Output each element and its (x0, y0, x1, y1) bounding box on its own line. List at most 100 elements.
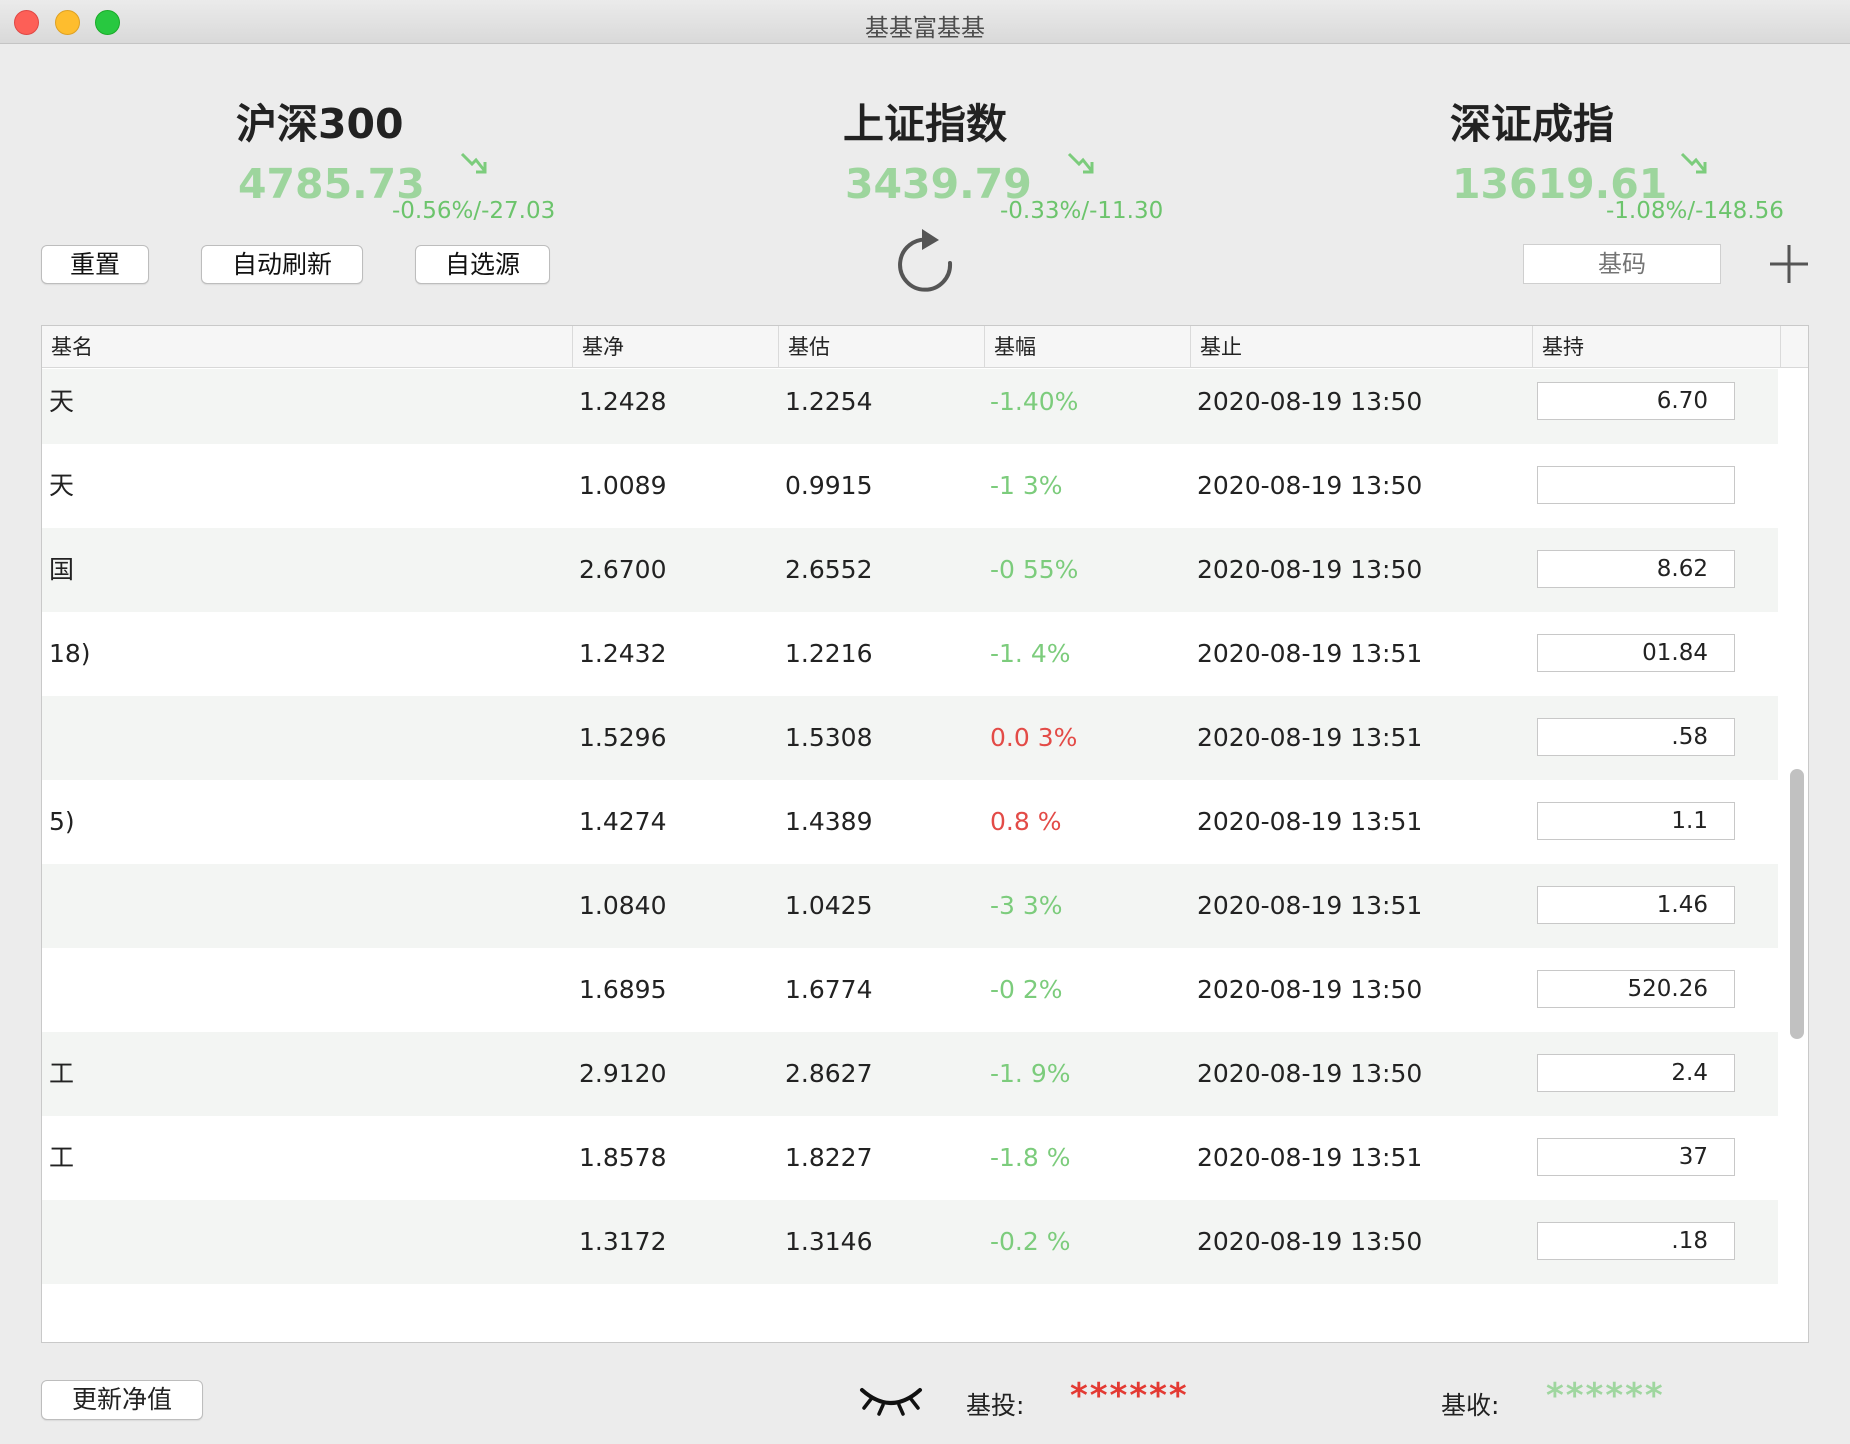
eye-closed-icon[interactable] (858, 1382, 924, 1416)
reset-button[interactable]: 重置 (41, 245, 149, 284)
net-value-cell: 1.4274 (579, 807, 667, 836)
table-header: 基名 基净 基估 基幅 基止 基持 (42, 326, 1808, 368)
income-label: 基收: (1441, 1391, 1500, 1420)
net-value-cell: 1.5296 (579, 723, 667, 752)
change-cell: -1. 4% (990, 639, 1071, 668)
fund-name-cell: 天 (49, 471, 75, 500)
table-row[interactable]: 5) 1.4274 1.4389 0.8 % 2020-08-19 13:51 1.1 (42, 780, 1778, 864)
net-value-cell: 2.9120 (579, 1059, 667, 1088)
holding-input[interactable]: 1.1 (1537, 802, 1735, 840)
estimate-cell: 1.0425 (785, 891, 873, 920)
fund-name-cell: 国 (49, 555, 75, 584)
fund-code-input[interactable] (1523, 244, 1721, 284)
index-hs300: 沪深300 4785.73 -0.56%/-27.03 (236, 90, 596, 230)
vertical-scrollbar[interactable] (1790, 769, 1804, 1039)
index-name: 上证指数 (843, 100, 1007, 148)
table-row[interactable]: 工 2.9120 2.8627 -1. 9% 2020-08-19 13:50 2.4 (42, 1032, 1778, 1116)
holding-input[interactable]: 01.84 (1537, 634, 1735, 672)
column-header-net[interactable]: 基净 (573, 326, 779, 368)
fund-name-cell: 天 (49, 387, 75, 416)
column-header-name[interactable]: 基名 (42, 326, 573, 368)
table-row[interactable]: 18) 1.2432 1.2216 -1. 4% 2020-08-19 13:51 01.… (42, 612, 1778, 696)
down-trend-icon (460, 152, 487, 174)
estimate-cell: 1.4389 (785, 807, 873, 836)
fund-name-cell: 工 (49, 1143, 75, 1172)
table-row[interactable]: 天 1.2428 1.2254 -1.40% 2020-08-19 13:50 6.70 (42, 369, 1778, 444)
holding-input[interactable]: 8.62 (1537, 550, 1735, 588)
column-header-holding[interactable]: 基持 (1533, 326, 1781, 368)
index-change: -0.56%/-27.03 (392, 198, 556, 224)
index-change: -0.33%/-11.30 (1000, 198, 1164, 224)
holding-input[interactable]: 6.70 (1537, 382, 1735, 420)
index-shenzhen: 深证成指 13619.61 -1.08%/-148.56 (1450, 90, 1810, 230)
change-cell: 0.8 % (990, 807, 1062, 836)
refresh-icon[interactable] (889, 224, 961, 296)
net-value-cell: 1.6895 (579, 975, 667, 1004)
table-row[interactable]: 1.0840 1.0425 -3 3% 2020-08-19 13:51 1.46 (42, 864, 1778, 948)
holding-input[interactable]: 1.46 (1537, 886, 1735, 924)
update-time-cell: 2020-08-19 13:51 (1197, 639, 1423, 668)
update-time-cell: 2020-08-19 13:51 (1197, 807, 1423, 836)
estimate-cell: 1.2254 (785, 387, 873, 416)
column-header-change[interactable]: 基幅 (985, 326, 1191, 368)
update-time-cell: 2020-08-19 13:51 (1197, 891, 1423, 920)
table-row[interactable]: 1.3172 1.3146 -0.2 % 2020-08-19 13:50 .18 (42, 1200, 1778, 1284)
fund-name-cell (49, 864, 569, 948)
plus-icon[interactable] (1767, 242, 1811, 286)
estimate-cell: 0.9915 (785, 471, 873, 500)
holding-input[interactable]: 520.26 (1537, 970, 1735, 1008)
fund-name-cell: 18) (49, 639, 91, 668)
holding-input[interactable]: 2.4 (1537, 1054, 1735, 1092)
auto-refresh-button[interactable]: 自动刷新 (201, 245, 363, 284)
table-row[interactable]: 工 1.8578 1.8227 -1.8 % 2020-08-19 13:51 37 (42, 1116, 1778, 1200)
change-cell: -1.40% (990, 387, 1079, 416)
holding-input[interactable]: .58 (1537, 718, 1735, 756)
index-name: 沪深300 (236, 100, 404, 148)
down-trend-icon (1067, 152, 1094, 174)
net-value-cell: 1.8578 (579, 1143, 667, 1172)
invest-value: ****** (1070, 1376, 1189, 1416)
table-row[interactable]: 1.5296 1.5308 0.0 3% 2020-08-19 13:51 .58 (42, 696, 1778, 780)
update-time-cell: 2020-08-19 13:50 (1197, 387, 1423, 416)
table-row[interactable]: 天 1.0089 0.9915 -1 3% 2020-08-19 13:50 (42, 444, 1778, 528)
update-time-cell: 2020-08-19 13:50 (1197, 1059, 1423, 1088)
estimate-cell: 1.5308 (785, 723, 873, 752)
holding-input[interactable] (1537, 466, 1735, 504)
title-bar: 基基富基基 (0, 0, 1850, 44)
net-value-cell: 1.0840 (579, 891, 667, 920)
holding-input[interactable]: 37 (1537, 1138, 1735, 1176)
window-title: 基基富基基 (865, 14, 985, 42)
fund-name-cell (49, 1200, 569, 1284)
update-time-cell: 2020-08-19 13:50 (1197, 471, 1423, 500)
fund-name-cell: 工 (49, 1059, 75, 1088)
net-value-cell: 1.2432 (579, 639, 667, 668)
estimate-cell: 2.6552 (785, 555, 873, 584)
fund-table: 基名 基净 基估 基幅 基止 基持 天 1.2428 1.2254 -1.40% 202… (41, 325, 1809, 1343)
estimate-cell: 1.8227 (785, 1143, 873, 1172)
update-time-cell: 2020-08-19 13:51 (1197, 723, 1423, 752)
fund-name-cell (49, 948, 569, 1032)
column-header-time[interactable]: 基止 (1191, 326, 1533, 368)
holding-input[interactable]: .18 (1537, 1222, 1735, 1260)
income-value: ****** (1546, 1376, 1665, 1416)
table-row[interactable]: 国 2.6700 2.6552 -0 55% 2020-08-19 13:50 8.62 (42, 528, 1778, 612)
estimate-cell: 1.2216 (785, 639, 873, 668)
update-time-cell: 2020-08-19 13:50 (1197, 555, 1423, 584)
net-value-cell: 1.0089 (579, 471, 667, 500)
estimate-cell: 1.3146 (785, 1227, 873, 1256)
change-cell: -0.2 % (990, 1227, 1071, 1256)
invest-label: 基投: (966, 1391, 1025, 1420)
index-change: -1.08%/-148.56 (1606, 198, 1784, 224)
change-cell: -0 55% (990, 555, 1079, 584)
change-cell: -3 3% (990, 891, 1063, 920)
down-trend-icon (1680, 152, 1707, 174)
fund-name-cell (49, 696, 569, 780)
change-cell: -0 2% (990, 975, 1063, 1004)
custom-source-button[interactable]: 自选源 (415, 245, 550, 284)
update-time-cell: 2020-08-19 13:50 (1197, 975, 1423, 1004)
update-time-cell: 2020-08-19 13:50 (1197, 1227, 1423, 1256)
table-row[interactable]: 1.6895 1.6774 -0 2% 2020-08-19 13:50 520.26 (42, 948, 1778, 1032)
change-cell: -1.8 % (990, 1143, 1071, 1172)
update-nav-button[interactable]: 更新净值 (41, 1380, 203, 1420)
column-header-estimate[interactable]: 基估 (779, 326, 985, 368)
